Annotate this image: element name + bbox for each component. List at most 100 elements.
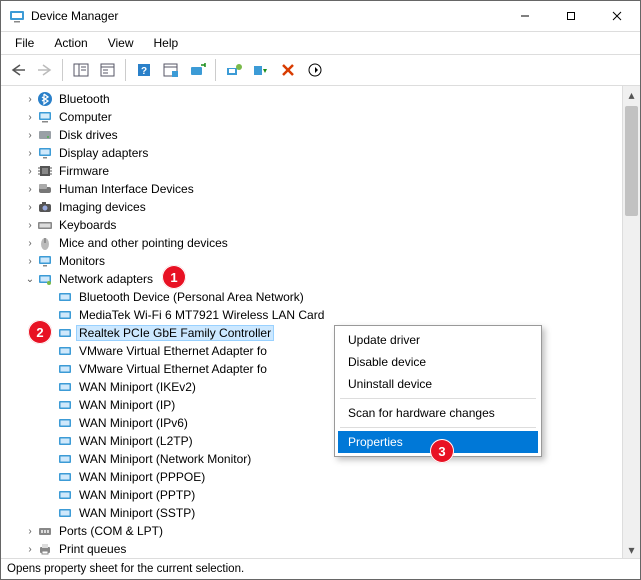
tree-device-item[interactable]: ·WAN Miniport (PPPOE) [7, 468, 622, 486]
menu-view[interactable]: View [100, 34, 142, 52]
tree-device-label: VMware Virtual Ethernet Adapter fo [77, 344, 269, 358]
hid-icon [37, 181, 53, 197]
keyboard-icon [37, 217, 53, 233]
minimize-button[interactable] [502, 1, 548, 31]
statusbar: Opens property sheet for the current sel… [1, 559, 640, 579]
tree-category-label: Monitors [57, 254, 107, 268]
expand-chevron-icon[interactable]: › [23, 148, 37, 159]
expand-chevron-icon[interactable]: › [23, 544, 37, 555]
enable-device-button[interactable] [302, 58, 327, 83]
forward-button[interactable] [32, 58, 57, 83]
tree-category-monitors[interactable]: › Monitors [7, 252, 622, 270]
menubar: File Action View Help [1, 32, 640, 54]
expand-chevron-icon[interactable]: › [23, 130, 37, 141]
status-text: Opens property sheet for the current sel… [7, 563, 244, 575]
expand-chevron-icon[interactable]: › [23, 256, 37, 267]
tree-device-label: WAN Miniport (Network Monitor) [77, 452, 253, 466]
collapse-chevron-icon[interactable]: ⌄ [23, 274, 37, 285]
network-adapter-icon [57, 505, 73, 521]
update-driver-button[interactable] [221, 58, 246, 83]
firmware-icon [37, 163, 53, 179]
tree-category-keyboards[interactable]: › Keyboards [7, 216, 622, 234]
imaging-icon [37, 199, 53, 215]
context-menu-separator [340, 427, 536, 428]
disable-device-button[interactable] [248, 58, 273, 83]
menu-action[interactable]: Action [46, 34, 95, 52]
tree-category-bluetooth[interactable]: › Bluetooth [7, 90, 622, 108]
help-button[interactable]: ? [131, 58, 156, 83]
network-icon [37, 271, 53, 287]
expand-chevron-icon[interactable]: › [23, 238, 37, 249]
scroll-down-arrow[interactable]: ▾ [623, 541, 640, 558]
tree-category-firmware[interactable]: ›Firmware [7, 162, 622, 180]
tree-category-label: Network adapters [57, 272, 155, 286]
tree-category-display[interactable]: › Display adapters [7, 144, 622, 162]
network-adapter-icon [57, 433, 73, 449]
network-adapter-icon [57, 361, 73, 377]
action-button[interactable] [158, 58, 183, 83]
scroll-thumb[interactable] [625, 106, 638, 216]
network-adapter-icon [57, 415, 73, 431]
window-title: Device Manager [31, 9, 502, 23]
tree-category-disk[interactable]: › Disk drives [7, 126, 622, 144]
menu-file[interactable]: File [7, 34, 42, 52]
context-menu-separator [340, 398, 536, 399]
device-tree[interactable]: ›Bluetooth›Computer›Disk drives›Display … [1, 86, 622, 558]
context-menu-item[interactable]: Scan for hardware changes [338, 402, 538, 424]
context-menu-item[interactable]: Uninstall device [338, 373, 538, 395]
uninstall-device-button[interactable] [275, 58, 300, 83]
tree-device-label: Realtek PCIe GbE Family Controller [77, 326, 273, 340]
bluetooth-icon [37, 91, 53, 107]
properties-button[interactable] [95, 58, 120, 83]
tree-category-label: Keyboards [57, 218, 118, 232]
tree-category-hid[interactable]: ›Human Interface Devices [7, 180, 622, 198]
tree-category-computer[interactable]: ›Computer [7, 108, 622, 126]
network-adapter-icon [57, 397, 73, 413]
scroll-up-arrow[interactable]: ▴ [623, 86, 640, 103]
tree-device-item[interactable]: ·WAN Miniport (PPTP) [7, 486, 622, 504]
back-button[interactable] [5, 58, 30, 83]
context-menu: Update driverDisable deviceUninstall dev… [334, 325, 542, 457]
expand-chevron-icon[interactable]: › [23, 112, 37, 123]
menu-help[interactable]: Help [146, 34, 187, 52]
tree-category-network[interactable]: ⌄ Network adapters [7, 270, 622, 288]
tree-device-label: WAN Miniport (L2TP) [77, 434, 195, 448]
tree-device-item[interactable]: ·MediaTek Wi-Fi 6 MT7921 Wireless LAN Ca… [7, 306, 622, 324]
context-menu-item[interactable]: Update driver [338, 329, 538, 351]
tree-device-label: WAN Miniport (IKEv2) [77, 380, 198, 394]
tree-device-item[interactable]: ·WAN Miniport (SSTP) [7, 504, 622, 522]
tree-category-label: Disk drives [57, 128, 120, 142]
tree-category-mice[interactable]: › Mice and other pointing devices [7, 234, 622, 252]
vertical-scrollbar[interactable]: ▴ ▾ [622, 86, 640, 558]
network-adapter-icon [57, 325, 73, 341]
titlebar: Device Manager [1, 1, 640, 32]
tree-device-label: MediaTek Wi-Fi 6 MT7921 Wireless LAN Car… [77, 308, 326, 322]
network-adapter-icon [57, 451, 73, 467]
ports-icon [37, 523, 53, 539]
tree-category-printq[interactable]: ›Print queues [7, 540, 622, 558]
tree-device-label: WAN Miniport (IPv6) [77, 416, 190, 430]
show-hide-console-tree-button[interactable] [68, 58, 93, 83]
tree-category-label: Mice and other pointing devices [57, 236, 230, 250]
expand-chevron-icon[interactable]: › [23, 202, 37, 213]
context-menu-item[interactable]: Disable device [338, 351, 538, 373]
close-button[interactable] [594, 1, 640, 31]
tree-category-label: Bluetooth [57, 92, 112, 106]
expand-chevron-icon[interactable]: › [23, 94, 37, 105]
expand-chevron-icon[interactable]: › [23, 526, 37, 537]
tree-category-imaging[interactable]: ›Imaging devices [7, 198, 622, 216]
window-controls [502, 1, 640, 31]
tree-category-label: Display adapters [57, 146, 150, 160]
expand-chevron-icon[interactable]: › [23, 220, 37, 231]
tree-device-label: WAN Miniport (PPPOE) [77, 470, 207, 484]
expand-chevron-icon[interactable]: › [23, 184, 37, 195]
tree-category-ports[interactable]: ›Ports (COM & LPT) [7, 522, 622, 540]
maximize-button[interactable] [548, 1, 594, 31]
tree-device-label: WAN Miniport (SSTP) [77, 506, 197, 520]
scan-hardware-button[interactable] [185, 58, 210, 83]
expand-chevron-icon[interactable]: › [23, 166, 37, 177]
monitor-icon [37, 253, 53, 269]
tree-device-item[interactable]: ·Bluetooth Device (Personal Area Network… [7, 288, 622, 306]
network-adapter-icon [57, 289, 73, 305]
tree-device-label: WAN Miniport (PPTP) [77, 488, 197, 502]
